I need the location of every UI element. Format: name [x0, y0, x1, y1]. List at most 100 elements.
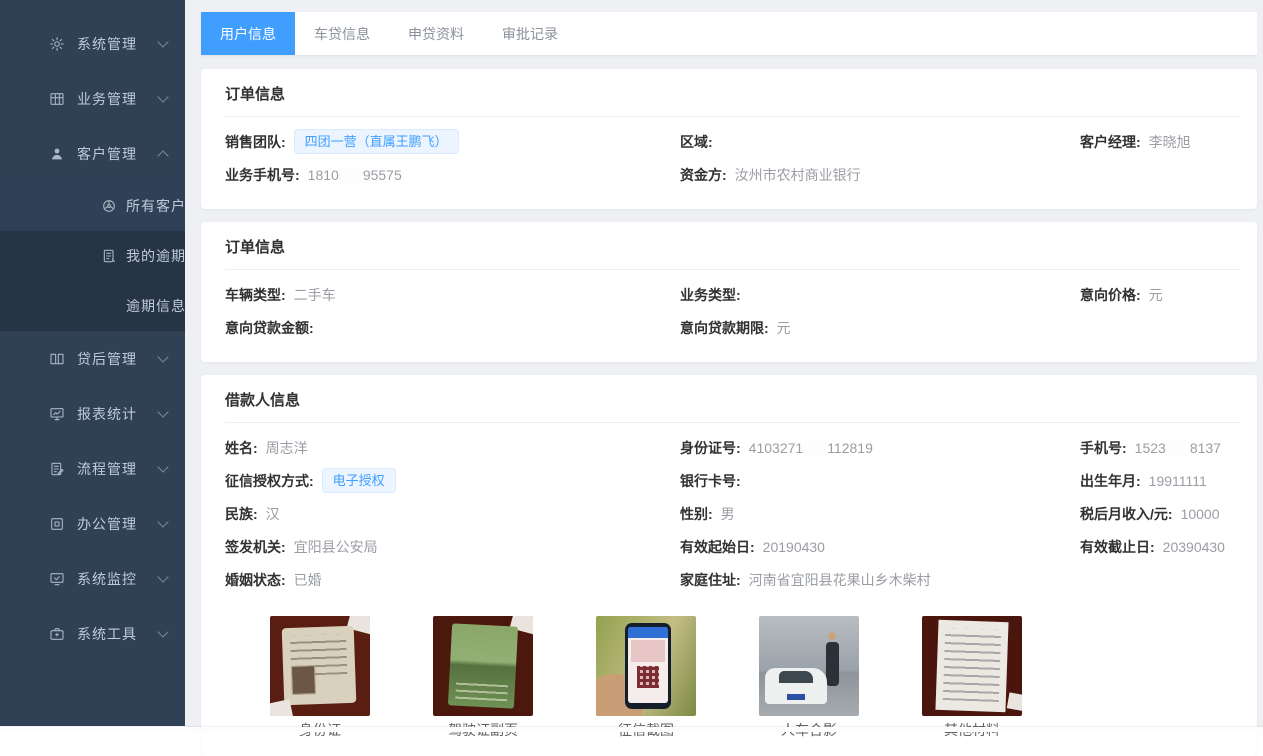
- field-region: 区域:: [680, 132, 1080, 152]
- field-bank-card: 银行卡号:: [680, 471, 1080, 491]
- field-gender: 性别: 男: [680, 504, 1080, 524]
- field-home-address: 家庭住址: 河南省宜阳县花果山乡木柴村: [680, 570, 1080, 590]
- sidebar-item-label: 我的逾期: [126, 246, 186, 266]
- sidebar-item-label: 办公管理: [77, 514, 159, 534]
- car-person-photo: [759, 616, 859, 716]
- sidebar-item-post-loan-management[interactable]: 贷后管理: [0, 331, 185, 386]
- chevron-down-icon: [157, 461, 168, 472]
- sidebar-item-system-monitor[interactable]: 系统监控: [0, 551, 185, 606]
- chevron-down-icon: [157, 91, 168, 102]
- field-intended-price: 意向价格: 元: [1080, 285, 1241, 305]
- sidebar: 系统管理 业务管理 客户管理 所有客户 我的逾期 逾期信息: [0, 0, 185, 726]
- field-intended-loan-amount: 意向贷款金额:: [225, 318, 680, 338]
- field-business-phone: 业务手机号: 181095575: [225, 165, 680, 185]
- box-icon: [48, 515, 65, 532]
- field-marital-status: 婚姻状态: 已婚: [225, 570, 680, 590]
- document-photo-strip: 身份证 驾驶证副页: [270, 616, 1241, 738]
- sidebar-item-customer-management[interactable]: 客户管理: [0, 126, 185, 181]
- detail-tab-bar: 用户信息 车贷信息 申贷资料 审批记录: [201, 12, 1257, 56]
- thumbnail-credit-screenshot[interactable]: 征信截图: [596, 616, 696, 738]
- order-info-card: 订单信息 销售团队: 四团一营（直属王鹏飞） 区域: 客户经理: 李晓旭: [201, 69, 1257, 209]
- sidebar-subitem-my-overdue[interactable]: 我的逾期: [0, 231, 185, 281]
- field-credit-auth-method: 征信授权方式: 电子授权: [225, 468, 680, 493]
- sidebar-item-system-tools[interactable]: 系统工具: [0, 606, 185, 661]
- field-monthly-income: 税后月收入/元: 10000: [1080, 504, 1241, 524]
- field-issuing-authority: 签发机关: 宜阳县公安局: [225, 537, 680, 557]
- photo-detail: [787, 694, 805, 700]
- sidebar-item-label: 所有客户: [126, 196, 186, 216]
- tab-user-info[interactable]: 用户信息: [201, 12, 295, 55]
- qr-code: [637, 666, 659, 688]
- photo-detail: [935, 620, 1008, 712]
- field-customer-manager: 客户经理: 李晓旭: [1080, 132, 1241, 152]
- photo-detail: [282, 626, 357, 705]
- photo-detail: [625, 623, 671, 709]
- sidebar-item-business-management[interactable]: 业务管理: [0, 71, 185, 126]
- customer-management-submenu: 所有客户 我的逾期 逾期信息: [0, 181, 185, 331]
- sales-team-tag[interactable]: 四团一营（直属王鹏飞）: [294, 129, 459, 154]
- sidebar-item-label: 系统工具: [77, 624, 159, 644]
- field-sales-team: 销售团队: 四团一营（直属王鹏飞）: [225, 129, 680, 154]
- photo-detail: [628, 627, 668, 703]
- e-authorization-tag[interactable]: 电子授权: [322, 468, 396, 493]
- field-valid-from: 有效起始日: 20190430: [680, 537, 1080, 557]
- vehicle-order-info-card: 订单信息 车辆类型: 二手车 业务类型: 意向价格: 元: [201, 222, 1257, 362]
- photo-detail: [631, 640, 665, 662]
- sidebar-item-label: 报表统计: [77, 404, 159, 424]
- section-title: 订单信息: [225, 236, 1241, 270]
- redaction-blur: [804, 442, 826, 455]
- redaction-blur: [1167, 442, 1189, 455]
- sidebar-subitem-all-customers[interactable]: 所有客户: [0, 181, 185, 231]
- notebook-icon: [100, 248, 117, 265]
- sidebar-subitem-overdue-info[interactable]: 逾期信息: [0, 281, 185, 331]
- monitor-chart-icon: [48, 405, 65, 422]
- photo-detail: [448, 623, 518, 708]
- sidebar-item-label: 业务管理: [77, 89, 159, 109]
- photo-detail: [1007, 692, 1022, 711]
- gear-icon: [48, 35, 65, 52]
- sidebar-item-process-management[interactable]: 流程管理: [0, 441, 185, 496]
- monitor-check-icon: [48, 570, 65, 587]
- chevron-down-icon: [157, 516, 168, 527]
- sidebar-item-label: 逾期信息: [126, 296, 186, 316]
- borrower-info-card: 借款人信息 姓名: 周志洋 身份证号: 4103271112819 手机号: 1…: [201, 375, 1257, 756]
- field-funder: 资金方: 汝州市农村商业银行: [680, 165, 1080, 185]
- sidebar-item-report-statistics[interactable]: 报表统计: [0, 386, 185, 441]
- phone-screenshot-photo: [596, 616, 696, 716]
- thumbnail-id-card[interactable]: 身份证: [270, 616, 370, 738]
- field-vehicle-type: 车辆类型: 二手车: [225, 285, 680, 305]
- tab-car-loan-info[interactable]: 车贷信息: [295, 12, 389, 55]
- document-edit-icon: [48, 460, 65, 477]
- toolbox-icon: [48, 625, 65, 642]
- section-title: 借款人信息: [225, 389, 1241, 423]
- photo-detail: [828, 632, 836, 640]
- photo-detail: [826, 642, 839, 686]
- redaction-blur: [340, 169, 362, 182]
- photo-detail: [291, 665, 316, 695]
- photo-detail: [943, 628, 1001, 702]
- sidebar-item-office-management[interactable]: 办公管理: [0, 496, 185, 551]
- tab-approval-records[interactable]: 审批记录: [483, 12, 577, 55]
- photo-detail: [765, 668, 827, 704]
- field-business-type: 业务类型:: [680, 285, 1080, 305]
- grid-icon: [48, 90, 65, 107]
- sidebar-item-system-management[interactable]: 系统管理: [0, 16, 185, 71]
- field-ethnicity: 民族: 汉: [225, 504, 680, 524]
- chevron-down-icon: [157, 406, 168, 417]
- chevron-down-icon: [157, 626, 168, 637]
- chevron-down-icon: [157, 571, 168, 582]
- id-card-photo: [270, 616, 370, 716]
- thumbnail-driver-license[interactable]: 驾驶证副页: [433, 616, 533, 738]
- app-window: 系统管理 业务管理 客户管理 所有客户 我的逾期 逾期信息: [0, 0, 1263, 732]
- sidebar-item-label: 系统管理: [77, 34, 159, 54]
- tab-loan-application-docs[interactable]: 申贷资料: [389, 12, 483, 55]
- field-intended-loan-term: 意向贷款期限: 元: [680, 318, 1080, 338]
- chevron-down-icon: [157, 351, 168, 362]
- window-bottom-edge: [0, 727, 1263, 732]
- sidebar-item-label: 流程管理: [77, 459, 159, 479]
- thumbnail-handwritten-doc[interactable]: 其他材料: [922, 616, 1022, 738]
- field-birth-date: 出生年月: 19911111: [1080, 471, 1241, 491]
- open-book-icon: [48, 350, 65, 367]
- thumbnail-person-with-car[interactable]: 人车合影: [759, 616, 859, 738]
- field-name: 姓名: 周志洋: [225, 438, 680, 458]
